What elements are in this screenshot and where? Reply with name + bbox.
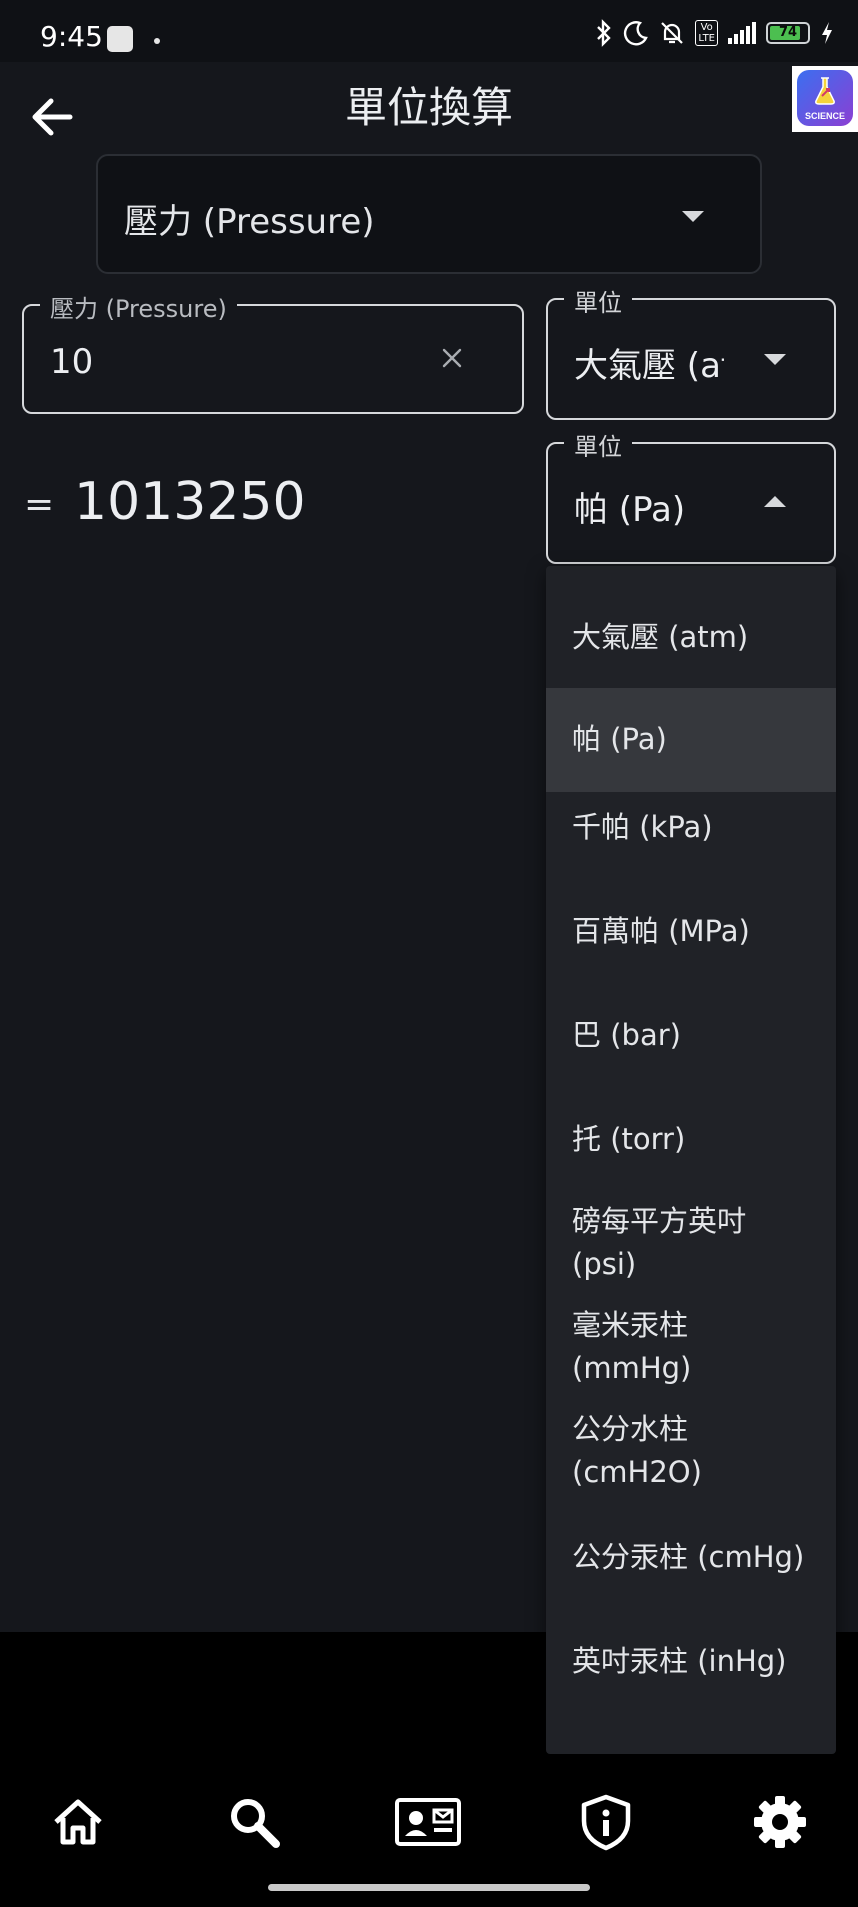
unit-dropdown-menu: 大氣壓 (atm) 帕 (Pa) 千帕 (kPa) 百萬帕 (MPa) 巴 (b… [546,566,836,1754]
do-not-disturb-moon-icon [624,21,649,46]
menu-item-atm[interactable]: 大氣壓 (atm) [546,616,836,659]
from-unit-dropdown[interactable]: 單位 大氣壓 (atm) [546,283,836,420]
gesture-bar[interactable] [268,1884,590,1891]
menu-item-kpa[interactable]: 千帕 (kPa) [546,806,836,849]
from-unit-label: 單位 [564,283,632,318]
bottom-navigation [0,1772,858,1872]
dropdown-arrow-icon [764,354,786,365]
menu-item-pa[interactable]: 帕 (Pa) [546,688,836,792]
menu-item-cmh2o[interactable]: 公分水柱 (cmH2O) [546,1408,836,1494]
status-icons: Vo LTE 74 [595,18,834,48]
battery-level: 74 [778,25,798,40]
menu-item-mmhg[interactable]: 毫米汞柱 (mmHg) [546,1304,836,1390]
value-input-label: 壓力 (Pressure) [40,289,237,324]
status-time: 9:45 [40,20,103,53]
signal-icon [728,22,756,44]
page-title: 單位換算 [344,83,513,132]
settings-icon[interactable] [750,1792,810,1852]
result-equals-sign: = [24,484,55,525]
menu-item-psi[interactable]: 磅每平方英吋 (psi) [546,1200,836,1286]
contact-card-icon[interactable] [394,1792,462,1852]
from-unit-value: 大氣壓 (atm) [574,346,724,386]
battery-icon: 74 [766,22,810,44]
menu-item-torr[interactable]: 托 (torr) [546,1118,836,1161]
menu-item-mpa[interactable]: 百萬帕 (MPa) [546,910,836,953]
to-unit-dropdown[interactable]: 單位 帕 (Pa) [546,427,836,564]
dropdown-arrow-icon [682,211,704,222]
science-app-logo[interactable]: SCIENCE [792,66,858,132]
bluetooth-icon [597,19,612,47]
logo-text: SCIENCE [804,111,845,121]
clear-icon[interactable] [440,346,464,370]
menu-item-inhg[interactable]: 英吋汞柱 (inHg) [546,1640,836,1683]
value-input-text[interactable]: 10 [50,342,93,382]
notification-icon [107,26,133,52]
bell-off-icon [661,22,684,44]
volte-icon: Vo LTE [695,20,718,46]
category-value: 壓力 (Pressure) [124,202,375,242]
notification-dot-icon [154,38,160,44]
shield-info-icon[interactable] [576,1792,636,1852]
search-icon[interactable] [224,1792,284,1852]
result-value: 1013250 [74,472,306,532]
to-unit-label: 單位 [564,427,632,462]
dropdown-collapse-icon [764,496,786,507]
category-dropdown[interactable]: 壓力 (Pressure) [96,154,762,274]
value-input[interactable]: 壓力 (Pressure) 10 [22,289,524,414]
to-unit-value: 帕 (Pa) [574,490,686,530]
charging-bolt-icon [822,22,832,44]
menu-item-cmhg[interactable]: 公分汞柱 (cmHg) [546,1536,836,1579]
home-icon[interactable] [48,1792,108,1852]
flask-rocket-icon [815,77,835,105]
menu-item-bar[interactable]: 巴 (bar) [546,1014,836,1057]
